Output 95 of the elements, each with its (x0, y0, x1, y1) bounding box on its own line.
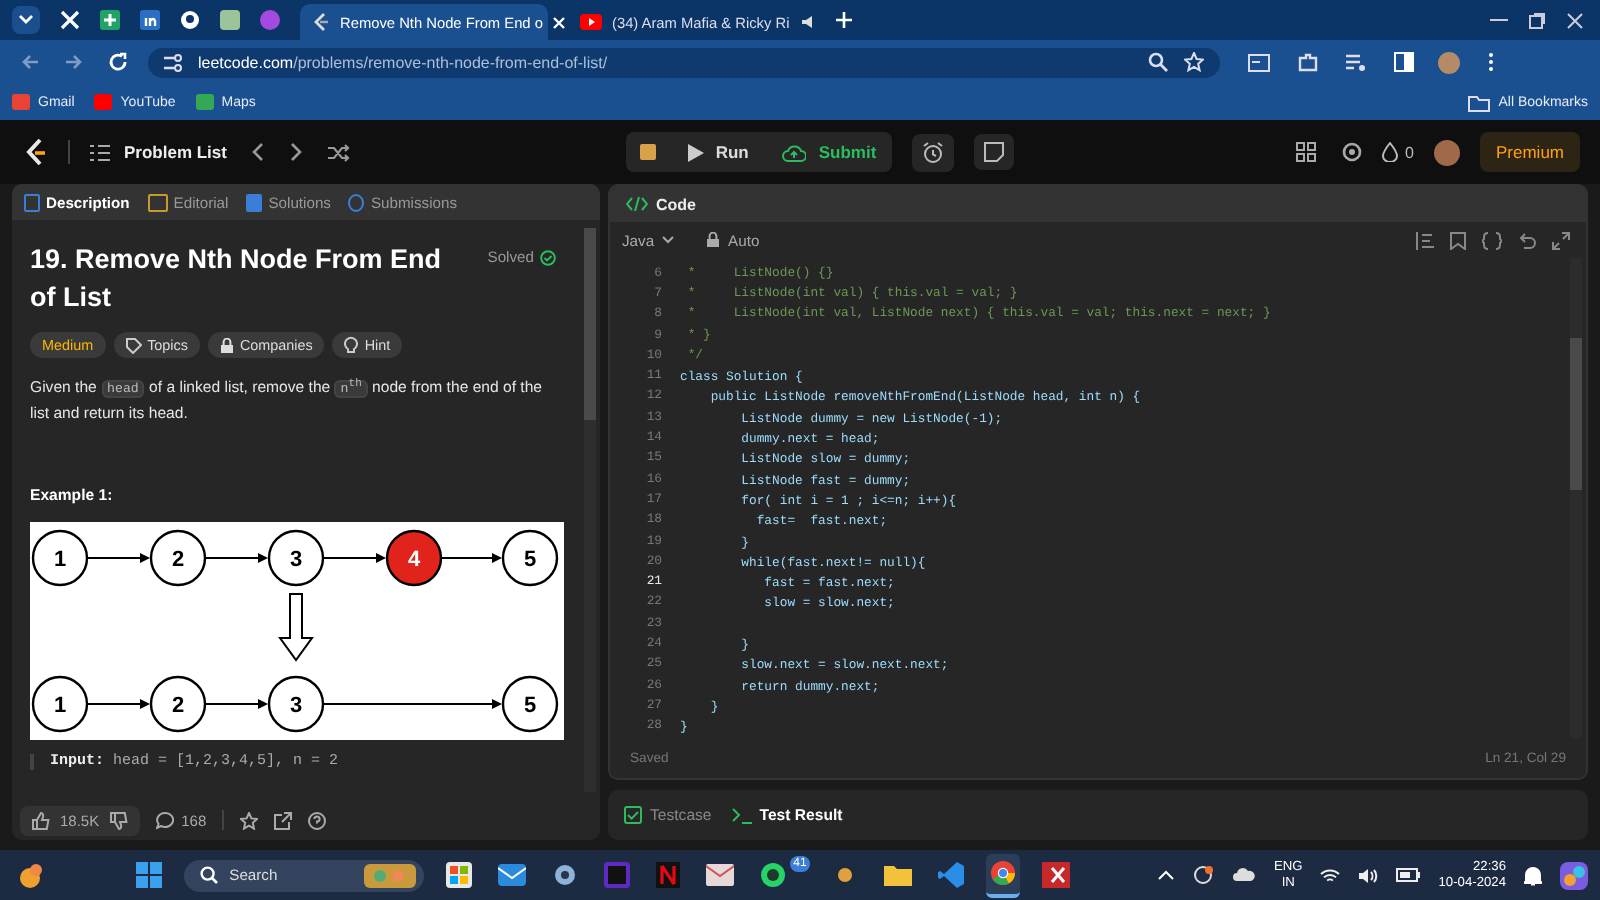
lightbulb-icon (344, 336, 359, 354)
bookmark-favicon-icon (12, 94, 30, 110)
terminal-icon (731, 806, 752, 824)
shuffle-icon[interactable] (328, 143, 351, 161)
notes-button[interactable] (974, 134, 1015, 170)
list-node: 2 (149, 530, 207, 587)
format-icon[interactable] (1416, 231, 1434, 249)
list-icon (90, 143, 110, 161)
cloud-icon[interactable] (1231, 868, 1256, 882)
problem-list-link[interactable]: Problem List (90, 142, 227, 162)
list-node: 4 (385, 530, 443, 587)
new-tab-icon[interactable] (836, 6, 852, 34)
lock-icon (219, 337, 234, 353)
list-node: 1 (31, 530, 89, 587)
braces-icon[interactable] (1482, 231, 1502, 249)
arrow (87, 699, 150, 710)
youtube-icon (580, 14, 602, 30)
x-logo-icon[interactable] (60, 6, 80, 34)
expand-icon[interactable] (1552, 231, 1570, 249)
zoom-icon[interactable] (1148, 52, 1168, 72)
spreadsheet-icon[interactable] (100, 6, 120, 34)
list-node: 2 (149, 676, 207, 733)
flame-icon (1381, 142, 1398, 162)
cloud-upload-icon (782, 143, 807, 161)
media-icon[interactable] (1346, 53, 1366, 71)
previous-icon[interactable] (252, 142, 265, 162)
bell-icon[interactable] (1524, 865, 1542, 885)
next-icon[interactable] (290, 142, 303, 162)
scrollbar[interactable] (584, 228, 596, 792)
chevron-up-icon[interactable] (1157, 870, 1174, 880)
back-arrow-icon[interactable] (20, 52, 40, 72)
list-node: 3 (267, 676, 325, 733)
arrow (441, 553, 502, 564)
search-icon (199, 866, 218, 884)
bookmark-icon[interactable] (1450, 231, 1466, 249)
check-circle-icon (540, 249, 556, 265)
star-icon[interactable] (240, 811, 259, 829)
timer-button[interactable] (912, 133, 955, 171)
wifi-icon[interactable] (1320, 867, 1341, 883)
volume-icon[interactable] (1358, 867, 1379, 883)
settings-icon[interactable] (1341, 142, 1362, 162)
premium-button[interactable]: Premium (1480, 132, 1581, 172)
comment-icon (155, 811, 174, 829)
list-node: 3 (267, 530, 325, 587)
chrome-icon[interactable] (986, 853, 1021, 897)
checkbox-icon (624, 806, 642, 824)
extensions-icon[interactable] (1298, 52, 1318, 72)
profile-avatar[interactable] (1438, 51, 1460, 73)
side-panel-icon[interactable] (1394, 52, 1414, 72)
grid-icon[interactable] (1295, 142, 1316, 162)
reload-icon[interactable] (108, 52, 128, 72)
streak-count: 0 (1405, 143, 1414, 161)
battery-icon[interactable] (1396, 868, 1421, 882)
undo-icon[interactable] (1518, 231, 1536, 249)
arrow (205, 699, 268, 710)
arrow (87, 553, 150, 564)
screen-icon[interactable] (1248, 53, 1270, 71)
leetcode-logo-icon (312, 12, 330, 32)
bookmark-favicon-icon (195, 94, 214, 110)
list-node: 5 (501, 676, 559, 733)
lock-icon (706, 232, 721, 248)
thumbs-down-icon[interactable] (109, 811, 128, 829)
down-arrow (278, 593, 314, 663)
user-avatar[interactable] (1434, 139, 1460, 165)
help-icon[interactable] (308, 811, 327, 829)
streak-counter[interactable]: 0 (1381, 142, 1414, 162)
play-icon (687, 143, 704, 161)
arrow (323, 553, 386, 564)
site-settings-icon[interactable] (164, 53, 182, 71)
list-node: 1 (31, 676, 89, 733)
arrow (205, 553, 268, 564)
share-icon[interactable] (274, 811, 293, 829)
close-icon[interactable] (552, 15, 567, 29)
address-field[interactable]: leetcode.com/problems/remove-nth-node-from-end-of-list/ (148, 47, 1220, 77)
note-icon (984, 142, 1005, 162)
app-tab-icon[interactable] (220, 6, 240, 34)
scrollbar[interactable] (1570, 258, 1582, 738)
thumbs-up-icon (32, 811, 50, 829)
folder-icon (1468, 93, 1491, 111)
chevron-down-icon (662, 236, 675, 244)
tag-icon (125, 337, 142, 353)
forward-arrow-icon[interactable] (64, 52, 84, 72)
speaker-icon (799, 14, 818, 30)
problem-title: 19. Remove Nth Node From End of List (30, 242, 444, 316)
code-icon (626, 196, 648, 212)
sync-icon[interactable] (1191, 864, 1214, 886)
leetcode-logo-icon[interactable] (24, 138, 48, 166)
tab-menu-icon[interactable] (12, 6, 40, 34)
panel-title: Code (656, 195, 696, 213)
list-node: 5 (501, 530, 559, 587)
alarm-clock-icon (922, 141, 945, 163)
linkedin-icon[interactable] (140, 6, 160, 34)
more-icon[interactable] (1488, 52, 1494, 72)
bookmark-favicon-icon (94, 94, 113, 110)
search-highlight-icon (363, 863, 416, 887)
